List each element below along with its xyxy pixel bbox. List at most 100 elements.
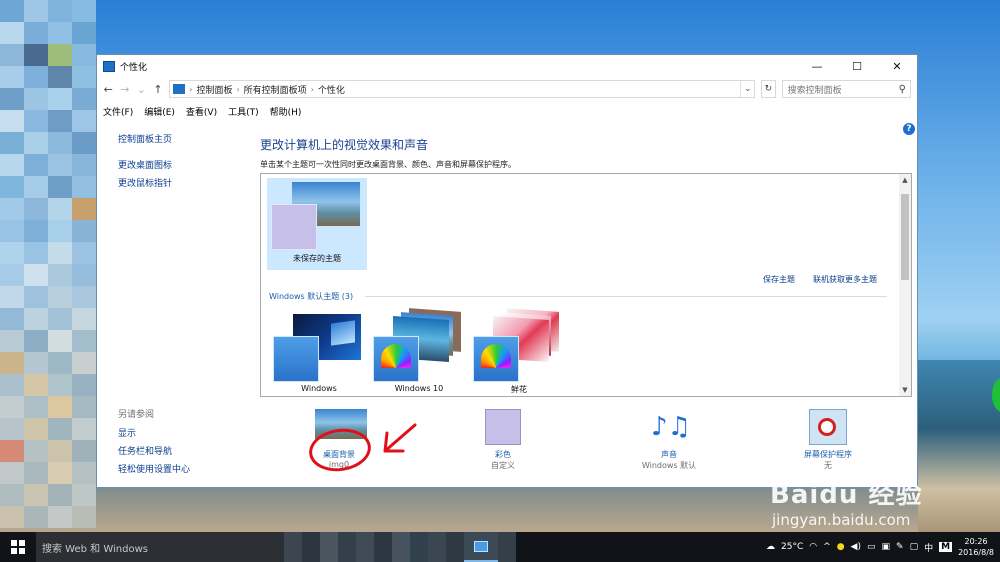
recent-dropdown-icon[interactable]: ⌄ [136,83,147,96]
sounds-label[interactable]: 声音 [625,449,713,460]
color-fan-icon [481,344,511,368]
taskbar-app[interactable] [302,532,320,562]
personalization-window: 个性化 — ☐ ✕ ← → ⌄ ↑ › 控制面板 › 所有控制面板项 › 个性化… [96,54,918,488]
taskbar-app[interactable] [428,532,446,562]
left-pane: 控制面板主页 更改桌面图标 更改鼠标指针 另请参阅 显示 任务栏和导航 轻松使用… [97,121,257,487]
page-title: 更改计算机上的视觉效果和声音 [260,138,429,152]
window-title: 个性化 [120,62,148,73]
theme-flowers[interactable]: 鲜花 [469,306,569,396]
clock-time: 20:26 [964,537,988,546]
theme-color-swatch [271,204,317,250]
no-symbol-icon [818,418,836,436]
see-also-heading: 另请参阅 [118,410,155,420]
taskbar-search-input[interactable]: 搜索 Web 和 Windows [36,532,284,562]
vertical-scrollbar[interactable]: ▲ ▼ [899,174,911,396]
get-more-themes-link[interactable]: 联机获取更多主题 [813,274,877,285]
theme-windows-label: Windows [301,384,337,393]
red-arrow-annotation [383,423,417,453]
refresh-icon[interactable]: ↻ [761,80,776,98]
sounds-item[interactable]: ♪♫ 声音 Windows 默认 [625,409,713,471]
battery-icon[interactable]: ▭ [867,542,876,552]
up-arrow-icon[interactable]: ↑ [153,83,164,96]
save-theme-link[interactable]: 保存主题 [763,274,795,285]
title-bar[interactable]: 个性化 — ☐ ✕ [97,55,917,77]
menu-tools[interactable]: 工具(T) [228,105,259,118]
chevron-up-icon[interactable]: ^ [823,542,831,552]
taskbar-app[interactable] [374,532,392,562]
taskbar-app[interactable] [284,532,302,562]
start-button[interactable] [0,532,36,562]
search-icon[interactable]: ⚲ [899,84,906,95]
taskbar-control-panel[interactable] [464,532,498,562]
screen-saver-icon [809,409,847,445]
scroll-up-icon[interactable]: ▲ [899,174,911,186]
volume-icon[interactable]: ◀) [851,542,861,552]
link-control-panel-home[interactable]: 控制面板主页 [118,132,172,145]
chevron-down-icon[interactable]: ⌄ [740,81,754,97]
menu-file[interactable]: 文件(F) [103,105,133,118]
pixelated-region [0,0,96,532]
sounds-value: Windows 默认 [641,461,697,470]
address-row: ← → ⌄ ↑ › 控制面板 › 所有控制面板项 › 个性化 ⌄ ↻ 搜索控制面… [97,77,917,101]
theme-windows10-label: Windows 10 [394,384,444,393]
content-area: ? 控制面板主页 更改桌面图标 更改鼠标指针 另请参阅 显示 任务栏和导航 轻松… [97,121,917,487]
chevron-right-icon[interactable]: › [311,85,314,94]
ime-mode-icon[interactable]: M [939,542,953,552]
app-tray-icon[interactable]: ● [837,542,845,552]
taskbar-app[interactable] [356,532,374,562]
taskbar-app[interactable] [498,532,516,562]
menu-help[interactable]: 帮助(H) [270,105,302,118]
color-item[interactable]: 彩色 自定义 [459,409,547,471]
color-value: 自定义 [491,461,515,470]
taskbar-app[interactable] [446,532,464,562]
link-change-mouse-pointers[interactable]: 更改鼠标指针 [118,176,172,189]
personalization-icon [103,60,115,72]
link-display[interactable]: 显示 [118,426,136,439]
menu-view[interactable]: 查看(V) [186,105,217,118]
maximize-button[interactable]: ☐ [837,55,877,77]
action-center-icon[interactable]: ▢ [910,542,919,552]
menu-edit[interactable]: 编辑(E) [144,105,175,118]
baidu-watermark: Baidu 经验 jingyan.baidu.com [770,474,922,529]
link-ease-of-access[interactable]: 轻松使用设置中心 [118,462,190,475]
watermark-title: Baidu 经验 [770,480,923,510]
forward-arrow-icon[interactable]: → [120,83,131,96]
taskbar-app[interactable] [392,532,410,562]
breadcrumb-all-items[interactable]: 所有控制面板项 [244,83,307,96]
clock[interactable]: 20:26 2016/8/8 [958,536,994,558]
control-panel-icon [474,540,488,552]
screen-saver-item[interactable]: 屏幕保护程序 无 [783,409,873,471]
theme-windows[interactable]: Windows [269,312,369,396]
color-fan-icon [381,344,411,368]
sound-notes-icon: ♪♫ [651,412,691,442]
ime-indicator[interactable]: 中 [924,541,933,554]
scrollbar-thumb[interactable] [901,194,909,280]
theme-windows10[interactable]: Windows 10 [369,306,469,396]
address-bar[interactable]: › 控制面板 › 所有控制面板项 › 个性化 ⌄ [169,80,756,98]
color-label[interactable]: 彩色 [459,449,547,460]
link-change-desktop-icons[interactable]: 更改桌面图标 [118,158,172,171]
breadcrumb-control-panel[interactable]: 控制面板 [196,83,232,96]
chevron-right-icon[interactable]: › [189,85,192,94]
theme-unsaved[interactable]: 未保存的主题 [267,178,367,270]
pen-icon[interactable]: ✎ [896,542,904,552]
network-icon[interactable]: ▣ [882,542,891,552]
theme-list: 未保存的主题 保存主题 联机获取更多主题 Windows 默认主题 (3) Wi… [260,173,912,397]
screen-saver-label[interactable]: 屏幕保护程序 [783,449,873,460]
scroll-down-icon[interactable]: ▼ [899,384,911,396]
search-input[interactable]: 搜索控制面板 ⚲ [781,80,911,98]
back-arrow-icon[interactable]: ← [103,83,114,96]
weather-icon[interactable]: ☁ [766,542,775,552]
breadcrumb-personalization[interactable]: 个性化 [318,83,345,96]
close-button[interactable]: ✕ [877,55,917,77]
link-taskbar-navigation[interactable]: 任务栏和导航 [118,444,172,457]
weather-temperature[interactable]: 25°C [781,542,803,552]
wifi-icon[interactable]: ◠ [809,542,817,552]
taskbar-app[interactable] [320,532,338,562]
help-icon[interactable]: ? [903,123,915,135]
chevron-right-icon[interactable]: › [236,85,239,94]
minimize-button[interactable]: — [797,55,837,77]
taskbar-app[interactable] [338,532,356,562]
taskbar-app[interactable] [410,532,428,562]
clock-date: 2016/8/8 [958,548,994,557]
